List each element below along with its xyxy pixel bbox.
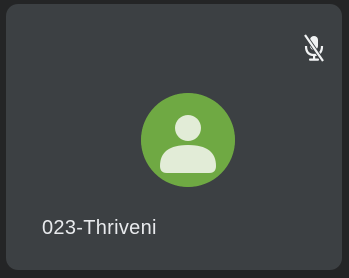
person-icon — [141, 93, 235, 187]
avatar — [141, 93, 235, 187]
participant-tile[interactable]: 023-Thriveni — [6, 4, 342, 270]
mic-off-icon — [296, 30, 332, 66]
participant-name: 023-Thriveni — [42, 217, 157, 239]
